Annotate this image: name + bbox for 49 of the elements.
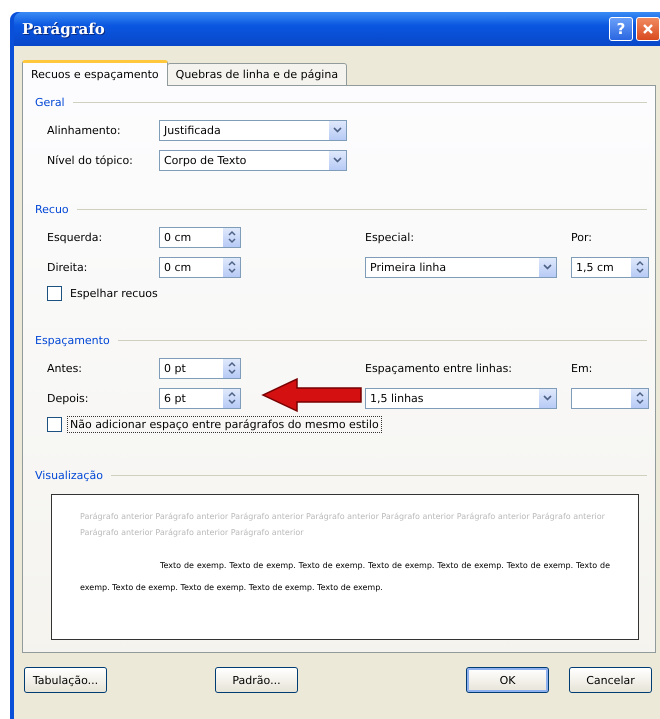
- checkbox-label[interactable]: Espelhar recuos: [67, 284, 161, 302]
- field-label: Antes:: [47, 362, 84, 374]
- checkbox[interactable]: [47, 416, 62, 432]
- dropdown[interactable]: Corpo de Texto: [159, 150, 347, 170]
- dropdown[interactable]: Justificada: [159, 120, 347, 140]
- checkbox-label[interactable]: Não adicionar espaço entre parágrafos do mesmo estilo: [67, 416, 382, 432]
- field-label: Em:: [571, 362, 594, 374]
- dialog-button[interactable]: Tabulação...: [24, 667, 107, 693]
- spin-arrows-icon: [228, 361, 236, 375]
- checkbox[interactable]: [47, 286, 62, 300]
- field-label: Esquerda:: [47, 230, 104, 244]
- dropdown[interactable]: Primeira linha: [365, 256, 557, 278]
- spin-field[interactable]: 6 pt: [159, 388, 241, 408]
- dialog-button[interactable]: Cancelar: [569, 667, 652, 693]
- spin-arrows-icon: [228, 391, 236, 405]
- spin-arrows-icon: [228, 260, 236, 274]
- dialog-button[interactable]: Padrão...: [215, 667, 298, 693]
- spin-field[interactable]: 1,5 cm: [571, 256, 649, 278]
- dropdown[interactable]: 1,5 linhas: [365, 388, 557, 408]
- sample-text: Texto de exemp. Texto de exemp. Texto de exemp. Texto de exemp. Texto de exemp. Texto de exemp. Texto de exemp. Texto de exemp. Texto de exemp. Texto de exemp. Texto de exemp.: [80, 560, 610, 594]
- chevron-down-icon: [333, 157, 342, 163]
- field-label: Depois:: [47, 392, 90, 404]
- section-title: Recuo: [35, 203, 69, 216]
- dialog-button[interactable]: OK: [466, 667, 549, 693]
- chevron-down-icon: [543, 264, 552, 270]
- spin-arrows-icon: [636, 260, 644, 274]
- field-label: Por:: [571, 230, 594, 244]
- field-label: Espaçamento entre linhas:: [365, 362, 514, 374]
- tab[interactable]: Recuos e espaçamento: [22, 60, 168, 86]
- spin-field[interactable]: 0 cm: [159, 226, 241, 248]
- chevron-down-icon: [333, 127, 342, 133]
- section-title: Espaçamento: [35, 334, 110, 347]
- section-title: Visualização: [35, 469, 103, 482]
- field-label: Alinhamento:: [47, 124, 122, 136]
- close-icon: [642, 23, 654, 35]
- tab[interactable]: Quebras de linha e de página: [166, 63, 348, 86]
- chevron-down-icon: [543, 395, 552, 401]
- field-label: Especial:: [365, 230, 416, 244]
- spin-field[interactable]: [571, 388, 649, 408]
- spin-arrows-icon: [228, 230, 236, 244]
- spin-field[interactable]: 0 cm: [159, 256, 241, 278]
- field-label: Direita:: [47, 260, 88, 274]
- section-title: Geral: [35, 96, 65, 109]
- previous-paragraph-text: Parágrafo anterior Parágrafo anterior Parágrafo anterior Parágrafo anterior Parágrafo anterior Parágrafo anterior Parágrafo anterior Parágrafo anterior Parágrafo anterior Parágrafo anterior: [80, 511, 606, 539]
- window-title: Parágrafo: [22, 20, 105, 38]
- close-button[interactable]: [636, 17, 660, 41]
- spin-arrows-icon: [636, 391, 644, 405]
- field-label: Nível do tópico:: [47, 154, 134, 166]
- spin-field[interactable]: 0 pt: [159, 358, 241, 378]
